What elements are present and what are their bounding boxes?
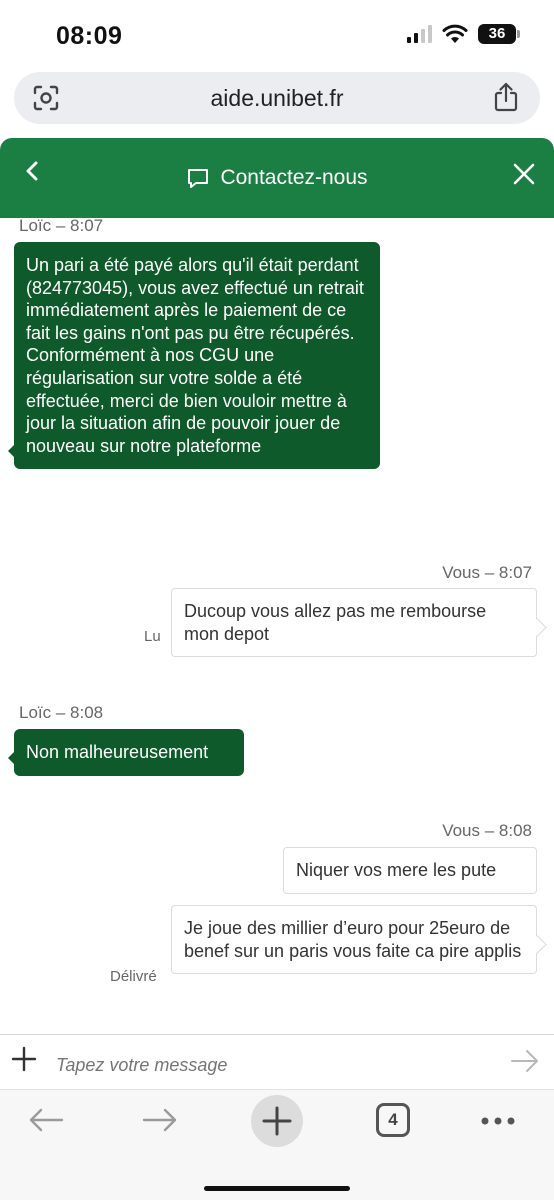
plus-icon <box>262 1106 292 1136</box>
status-bar: 08:09 36 <box>0 0 554 70</box>
header-title-group: Contactez-nous <box>0 166 554 190</box>
agent-message-bubble: Non malheureusement <box>8 729 244 776</box>
home-indicator <box>204 1186 350 1191</box>
message-meta: Loïc – 8:08 <box>19 703 104 722</box>
url-text[interactable]: aide.unibet.fr <box>14 85 540 112</box>
more-options-icon[interactable] <box>480 1116 516 1126</box>
user-message-bubble: Niquer vos mere les pute <box>283 847 537 894</box>
chat-bubble-icon <box>188 169 209 188</box>
battery-icon: 36 <box>478 24 520 44</box>
message-meta: Vous – 8:08 <box>442 821 532 840</box>
read-receipt: Lu <box>144 628 161 645</box>
message-input[interactable] <box>56 1055 476 1076</box>
cellular-signal-icon <box>407 25 432 43</box>
tabs-button[interactable]: 4 <box>376 1103 410 1137</box>
message-meta: Vous – 8:07 <box>442 563 532 582</box>
send-arrow-icon[interactable] <box>510 1047 540 1075</box>
browser-toolbar: 4 <box>0 1089 554 1200</box>
chat-header: Contactez-nous <box>0 138 554 218</box>
user-message-bubble: Je joue des millier d’euro pour 25euro d… <box>171 905 537 975</box>
back-arrow-icon[interactable] <box>28 1106 64 1134</box>
header-title: Contactez-nous <box>220 166 368 189</box>
message-composer <box>0 1034 554 1088</box>
status-time: 08:09 <box>56 22 123 50</box>
agent-message-bubble: Un pari a été payé alors qu'il était per… <box>8 242 380 470</box>
delivery-receipt: Délivré <box>110 968 157 985</box>
forward-arrow-icon[interactable] <box>142 1106 178 1134</box>
status-icons: 36 <box>407 24 520 44</box>
new-tab-button[interactable] <box>251 1095 303 1147</box>
address-bar[interactable]: aide.unibet.fr <box>14 72 540 124</box>
wifi-icon <box>442 24 468 43</box>
add-attachment-icon[interactable] <box>10 1045 38 1073</box>
close-icon[interactable] <box>510 160 538 188</box>
user-message-bubble: Ducoup vous allez pas me rembourse mon d… <box>171 588 537 658</box>
message-meta: Loïc – 8:07 <box>19 216 104 235</box>
share-icon[interactable] <box>492 82 520 112</box>
